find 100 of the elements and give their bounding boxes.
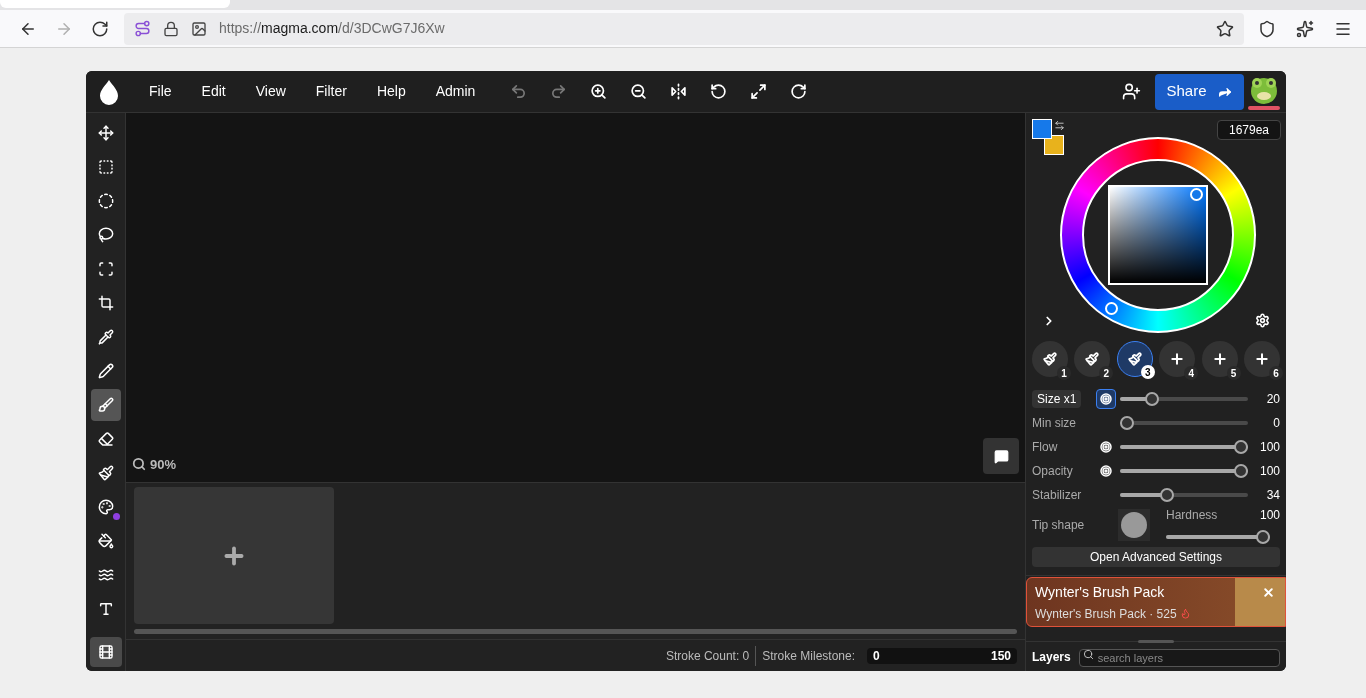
secondary-color-swatch[interactable] xyxy=(1044,135,1064,155)
resize-handle[interactable] xyxy=(1138,640,1174,643)
paint-bucket-icon xyxy=(97,533,114,549)
brush-tool[interactable] xyxy=(90,389,121,421)
brush-slot[interactable]: 5 xyxy=(1201,341,1238,378)
dashed-square-icon xyxy=(97,159,114,175)
slider[interactable] xyxy=(1120,392,1248,407)
text-icon xyxy=(97,601,114,617)
bookmark-star-icon[interactable] xyxy=(1216,19,1234,38)
hex-field[interactable]: 1679ea xyxy=(1217,120,1281,140)
avatar-underline xyxy=(1248,105,1280,110)
slot-number: 3 xyxy=(1140,365,1155,380)
slider-value: 34 xyxy=(1266,487,1280,505)
photo-placeholder xyxy=(1235,578,1285,626)
flip-icon xyxy=(669,83,687,100)
share-button[interactable]: Share xyxy=(1155,73,1244,110)
brush-slot[interactable]: 1 xyxy=(1032,341,1068,378)
brush-slot[interactable]: 3 xyxy=(1116,341,1153,378)
close-icon[interactable] xyxy=(1262,586,1275,599)
slider-label: Opacity xyxy=(1032,464,1073,479)
hue-handle[interactable] xyxy=(1105,302,1119,316)
tip-shape-label: Tip shape xyxy=(1032,517,1086,535)
menu-item[interactable]: Filter xyxy=(300,81,362,102)
slider-label: Stabilizer xyxy=(1032,488,1082,503)
slider-label: Min size xyxy=(1032,416,1076,431)
slider[interactable] xyxy=(1120,488,1248,503)
slider-thumb[interactable] xyxy=(1234,440,1248,455)
undo-icon xyxy=(509,83,527,100)
zoom-level: 90% xyxy=(150,455,177,474)
lock-icon xyxy=(163,20,179,37)
saturation-value-square[interactable] xyxy=(1108,185,1208,285)
url-text: https://magma.com/d/3DCwG7J6Xw xyxy=(219,19,445,38)
film-icon xyxy=(97,644,114,660)
slider-thumb[interactable] xyxy=(1256,530,1270,545)
hardness-label: Hardness xyxy=(1166,507,1218,525)
search-icon xyxy=(132,457,146,472)
target-icon xyxy=(1100,441,1112,454)
zoom-out-icon xyxy=(629,83,647,100)
eyedropper-icon xyxy=(97,329,114,345)
hardness-value: 100 xyxy=(1259,507,1280,525)
slot-number: 4 xyxy=(1184,366,1199,381)
brush-slot[interactable]: 6 xyxy=(1243,341,1280,378)
promo-subtitle: Wynter's Brush Pack · 525 xyxy=(1035,605,1177,623)
slider-thumb[interactable] xyxy=(1159,488,1174,503)
size-multiplier-button[interactable]: Size x1 xyxy=(1032,390,1082,409)
transform-icon xyxy=(97,261,114,277)
brush-icon xyxy=(97,397,114,413)
layer-search-field[interactable]: search layers xyxy=(1078,649,1280,667)
canvas-area[interactable]: 90% xyxy=(126,113,1025,482)
promo-title: Wynter's Brush Pack xyxy=(1035,582,1166,602)
slider-value: 20 xyxy=(1266,391,1280,409)
rotate-left-icon xyxy=(709,83,727,100)
menu-item[interactable]: View xyxy=(240,81,301,102)
slider-value: 0 xyxy=(1273,415,1280,433)
target-icon xyxy=(1100,465,1112,478)
slider[interactable] xyxy=(1166,530,1270,545)
slot-number: 5 xyxy=(1226,366,1241,381)
promo-banner[interactable]: Wynter's Brush Pack Wynter's Brush Pack · 525 xyxy=(1026,577,1286,627)
chat-button[interactable] xyxy=(983,438,1019,474)
paintbrush-icon xyxy=(97,465,114,481)
slider[interactable] xyxy=(1120,464,1248,479)
smudge-icon xyxy=(97,567,114,583)
lasso-icon xyxy=(97,227,114,243)
tip-shape-preview[interactable] xyxy=(1118,509,1150,542)
pressure-toggle[interactable] xyxy=(1096,389,1116,410)
palette-icon xyxy=(97,499,114,515)
slider-value: 100 xyxy=(1259,439,1280,457)
slot-number: 6 xyxy=(1268,366,1283,381)
paintbrush-icon xyxy=(1085,352,1100,367)
add-user-icon[interactable] xyxy=(1122,82,1141,101)
menu-item[interactable]: Edit xyxy=(186,81,241,102)
settings-icon[interactable] xyxy=(1255,313,1270,329)
brush-slot[interactable]: 2 xyxy=(1074,341,1111,378)
search-icon xyxy=(1082,649,1094,660)
advanced-settings-button[interactable]: Open Advanced Settings xyxy=(1032,547,1280,567)
zoom-in-icon xyxy=(589,83,607,100)
primary-color-swatch[interactable] xyxy=(1032,119,1052,139)
menu-item[interactable]: Help xyxy=(361,81,421,102)
timeline-toggle-button[interactable] xyxy=(89,637,122,667)
pencil-icon xyxy=(97,363,114,379)
expand-icon xyxy=(749,83,767,100)
slider[interactable] xyxy=(1120,416,1248,431)
drop-logo-icon[interactable] xyxy=(98,78,120,105)
menu-item[interactable]: File xyxy=(134,81,187,102)
slider[interactable] xyxy=(1120,440,1248,455)
shield-icon[interactable] xyxy=(1258,19,1276,38)
slider-thumb[interactable] xyxy=(1120,416,1134,431)
route-icon xyxy=(134,20,151,37)
brush-slot[interactable]: 4 xyxy=(1159,341,1196,378)
address-bar[interactable]: https://magma.com/d/3DCwG7J6Xw xyxy=(124,12,1244,45)
paintbrush-icon xyxy=(1127,352,1142,367)
image-icon xyxy=(191,20,207,37)
scrollbar[interactable] xyxy=(134,629,1017,634)
slider-thumb[interactable] xyxy=(1145,392,1160,407)
slider-thumb[interactable] xyxy=(1234,464,1248,479)
dashed-circle-icon xyxy=(97,193,114,209)
color-picker-handle[interactable] xyxy=(1189,187,1203,201)
swap-colors-icon[interactable] xyxy=(1054,120,1065,131)
menu-item[interactable]: Admin xyxy=(420,81,491,102)
paintbrush-icon xyxy=(1043,352,1057,367)
